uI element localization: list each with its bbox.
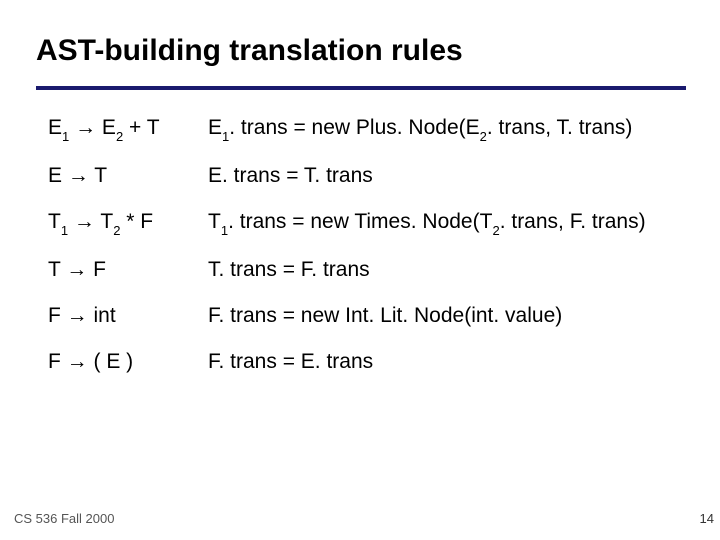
rule-rhs: T1. trans = new Times. Node(T2. trans, F… xyxy=(208,210,688,236)
rule-row: T → FT. trans = F. trans xyxy=(48,258,688,282)
rule-lhs: T → F xyxy=(48,258,208,282)
footer-course: CS 536 Fall 2000 xyxy=(14,511,114,526)
rule-lhs: E1 → E2 + T xyxy=(48,116,208,142)
rule-lhs: E → T xyxy=(48,164,208,188)
rule-rhs: F. trans = new Int. Lit. Node(int. value… xyxy=(208,304,688,328)
rule-rhs: E. trans = T. trans xyxy=(208,164,688,188)
footer-page-number: 14 xyxy=(700,511,714,526)
rule-row: E1 → E2 + TE1. trans = new Plus. Node(E2… xyxy=(48,116,688,142)
rule-rhs: F. trans = E. trans xyxy=(208,350,688,374)
rule-row: E → TE. trans = T. trans xyxy=(48,164,688,188)
rule-rhs: E1. trans = new Plus. Node(E2. trans, T.… xyxy=(208,116,688,142)
rule-row: T1 → T2 * FT1. trans = new Times. Node(T… xyxy=(48,210,688,236)
rule-lhs: F → int xyxy=(48,304,208,328)
rule-rhs: T. trans = F. trans xyxy=(208,258,688,282)
slide: AST-building translation rules E1 → E2 +… xyxy=(0,0,720,540)
rule-row: F → ( E )F. trans = E. trans xyxy=(48,350,688,374)
rule-row: F → intF. trans = new Int. Lit. Node(int… xyxy=(48,304,688,328)
title-rule xyxy=(36,86,686,90)
rules-table: E1 → E2 + TE1. trans = new Plus. Node(E2… xyxy=(48,116,688,396)
rule-lhs: T1 → T2 * F xyxy=(48,210,208,236)
slide-title: AST-building translation rules xyxy=(36,34,463,68)
rule-lhs: F → ( E ) xyxy=(48,350,208,374)
